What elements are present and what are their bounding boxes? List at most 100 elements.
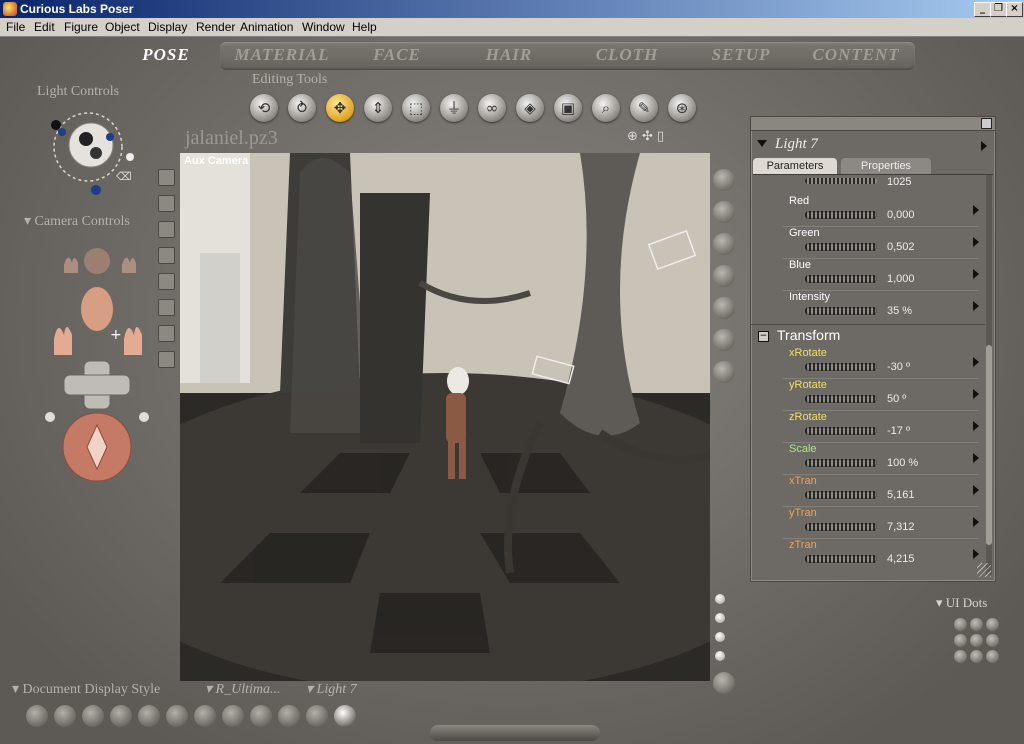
param-menu-arrow-icon[interactable] <box>973 549 979 559</box>
tab-setup[interactable]: SETUP <box>706 45 776 67</box>
scale-tool-icon[interactable]: ⬚ <box>402 94 430 122</box>
tab-parameters[interactable]: Parameters <box>753 158 837 174</box>
param-menu-arrow-icon[interactable] <box>973 453 979 463</box>
display-style-silhouette[interactable] <box>26 705 48 727</box>
preview-style-ball[interactable] <box>713 233 735 255</box>
menu-display[interactable]: Display <box>148 20 187 34</box>
param-value[interactable]: -30 º <box>887 361 910 373</box>
viewport-side-button[interactable] <box>158 169 175 186</box>
param-menu-arrow-icon[interactable] <box>973 389 979 399</box>
display-style-wireframe[interactable] <box>82 705 104 727</box>
viewport-side-button[interactable] <box>158 247 175 264</box>
ui-dot[interactable] <box>970 650 983 663</box>
param-value[interactable]: -17 º <box>887 425 910 437</box>
close-button[interactable]: × <box>1006 2 1023 17</box>
display-style-flat-lined[interactable] <box>194 705 216 727</box>
ui-dot[interactable] <box>954 618 967 631</box>
preview-style-ball[interactable] <box>713 265 735 287</box>
param-value[interactable]: 0,000 <box>887 209 915 221</box>
param-menu-arrow-icon[interactable] <box>973 301 979 311</box>
tab-material[interactable]: MATERIAL <box>232 45 332 67</box>
param-value[interactable]: 50 º <box>887 393 906 405</box>
viewport-side-button[interactable] <box>158 221 175 238</box>
menu-help[interactable]: Help <box>352 20 377 34</box>
param-menu-arrow-icon[interactable] <box>973 517 979 527</box>
twist-tool-icon[interactable]: ⥁ <box>288 94 316 122</box>
camera-controls-widget[interactable]: + <box>40 237 156 485</box>
display-style-outline[interactable] <box>54 705 76 727</box>
viewport-layout-dot[interactable] <box>715 651 725 661</box>
viewport-side-button[interactable] <box>158 273 175 290</box>
tab-face[interactable]: FACE <box>364 45 430 67</box>
rotate-tool-icon[interactable]: ⟲ <box>250 94 278 122</box>
translate-in-out-icon[interactable]: ⇕ <box>364 94 392 122</box>
chain-break-icon[interactable]: ∞ <box>478 94 506 122</box>
ui-dot[interactable] <box>954 650 967 663</box>
depth-cue-ball[interactable] <box>713 672 735 694</box>
display-style-smooth-lined[interactable] <box>306 705 328 727</box>
render-mode-dropdown[interactable]: ▾ R_Ultima... <box>205 681 280 698</box>
color-tool-icon[interactable]: ◈ <box>516 94 544 122</box>
preview-style-ball[interactable] <box>713 361 735 383</box>
ui-dot[interactable] <box>986 634 999 647</box>
preview-style-ball[interactable] <box>713 297 735 319</box>
preview-style-ball[interactable] <box>713 201 735 223</box>
param-value[interactable]: 35 % <box>887 305 912 317</box>
grouping-tool-icon[interactable]: ▣ <box>554 94 582 122</box>
viewport-side-button[interactable] <box>158 325 175 342</box>
display-style-texture-shaded[interactable] <box>334 705 356 727</box>
preview-style-ball[interactable] <box>713 329 735 351</box>
ui-dot[interactable] <box>954 634 967 647</box>
display-style-smooth-shaded[interactable] <box>278 705 300 727</box>
restore-button[interactable]: ❐ <box>990 2 1007 17</box>
ui-dot[interactable] <box>986 650 999 663</box>
panel-menu-icon[interactable] <box>981 141 987 151</box>
param-value[interactable]: 1,000 <box>887 273 915 285</box>
panel-close-icon[interactable] <box>981 118 992 129</box>
menu-file[interactable]: File <box>6 20 25 34</box>
display-style-lit-wireframe[interactable] <box>138 705 160 727</box>
document-viewport[interactable]: Aux Camera <box>180 153 710 681</box>
resize-grip-icon[interactable] <box>977 563 991 577</box>
translate-tool-icon[interactable]: ✥ <box>326 94 354 122</box>
param-menu-arrow-icon[interactable] <box>973 357 979 367</box>
param-menu-arrow-icon[interactable] <box>973 205 979 215</box>
view-move-icons[interactable]: ⊕ ✣ ▯ <box>627 129 664 144</box>
viewport-side-button[interactable] <box>158 299 175 316</box>
param-value[interactable]: 5,161 <box>887 489 915 501</box>
display-style-hidden-line[interactable] <box>110 705 132 727</box>
display-style-flat-shaded[interactable] <box>166 705 188 727</box>
viewport-side-button[interactable] <box>158 351 175 368</box>
param-menu-arrow-icon[interactable] <box>973 269 979 279</box>
morph-tool-icon[interactable]: ✎ <box>630 94 658 122</box>
param-menu-arrow-icon[interactable] <box>973 421 979 431</box>
panel-scroll-thumb[interactable] <box>986 345 992 545</box>
light-controls-widget[interactable]: ⌫ <box>36 105 146 201</box>
param-top-dial[interactable] <box>805 178 877 184</box>
param-menu-arrow-icon[interactable] <box>973 237 979 247</box>
preview-style-ball[interactable] <box>713 169 735 191</box>
viewport-layout-dot[interactable] <box>715 613 725 623</box>
tab-cloth[interactable]: CLOTH <box>590 45 664 67</box>
panel-scrollbar[interactable] <box>986 175 992 575</box>
param-value[interactable]: 100 % <box>887 457 918 469</box>
tab-content[interactable]: CONTENT <box>806 45 906 67</box>
param-dial[interactable] <box>805 307 877 315</box>
selected-actor-name[interactable]: Light 7 <box>775 136 818 153</box>
light-select-dropdown[interactable]: ▾ Light 7 <box>306 681 357 698</box>
menu-window[interactable]: Window <box>302 20 345 34</box>
param-value[interactable]: 4,215 <box>887 553 915 565</box>
param-dial[interactable] <box>805 395 877 403</box>
ui-dot[interactable] <box>970 618 983 631</box>
menu-render[interactable]: Render <box>196 20 235 34</box>
param-value[interactable]: 7,312 <box>887 521 915 533</box>
display-style-cartoon-line[interactable] <box>250 705 272 727</box>
ui-dot[interactable] <box>986 618 999 631</box>
menu-animation[interactable]: Animation <box>240 20 293 34</box>
tab-pose[interactable]: POSE <box>138 45 194 67</box>
taper-tool-icon[interactable]: ⏚ <box>440 94 468 122</box>
param-dial[interactable] <box>805 459 877 467</box>
param-value[interactable]: 0,502 <box>887 241 915 253</box>
collapse-panel-icon[interactable] <box>757 140 767 147</box>
tab-hair[interactable]: HAIR <box>478 45 540 67</box>
